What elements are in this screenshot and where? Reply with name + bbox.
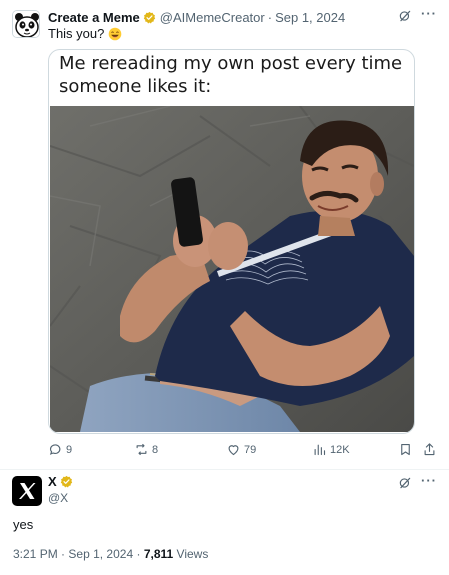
verified-icon (143, 11, 155, 23)
panda-avatar-icon (13, 11, 39, 37)
main-author-avatar[interactable] (12, 476, 42, 506)
meta-separator: · (267, 9, 273, 25)
quoted-post-date[interactable]: Sep 1, 2024 (275, 10, 345, 25)
post-time[interactable]: 3:21 PM (13, 547, 58, 561)
share-button[interactable] (422, 442, 440, 457)
views-count: 12K (330, 443, 350, 456)
meta-separator: · (61, 547, 66, 561)
grok-icon[interactable] (398, 476, 412, 490)
main-post-footer: 3:21 PM · Sep 1, 2024 · 7,811 Views (13, 547, 208, 561)
views-button[interactable]: 12K (312, 442, 350, 457)
meme-caption: Me rereading my own post every time some… (59, 53, 403, 97)
like-count: 79 (244, 443, 257, 456)
views-total: 7,811 (143, 547, 174, 561)
main-post-text: yes (13, 517, 34, 532)
post-divider (0, 469, 449, 470)
more-icon[interactable]: ··· (421, 473, 437, 488)
quoted-post-actions: 9 8 79 12K (48, 442, 438, 460)
verified-icon (60, 475, 72, 488)
main-author-handle[interactable]: @X (48, 491, 68, 505)
meme-photo (50, 106, 414, 432)
repost-count: 8 (152, 443, 159, 456)
share-icon (424, 443, 435, 456)
like-button[interactable]: 79 (226, 442, 256, 457)
quoted-post-text-row: This you? (48, 26, 122, 41)
views-label: Views (176, 547, 209, 561)
bookmark-button[interactable] (398, 442, 416, 457)
quoted-author-handle[interactable]: @AIMemeCreator (160, 10, 265, 25)
laughing-emoji-icon (109, 27, 122, 40)
main-author-name[interactable]: X (48, 474, 57, 489)
reply-icon (49, 444, 61, 455)
views-icon (314, 444, 326, 456)
main-author-name-row: X (48, 474, 77, 489)
like-icon (228, 445, 239, 456)
quoted-author-avatar[interactable] (12, 10, 40, 38)
quoted-post-text: This you? (48, 26, 105, 41)
more-icon[interactable]: ··· (421, 6, 439, 24)
repost-button[interactable]: 8 (134, 442, 158, 457)
quoted-author-name[interactable]: Create a Meme (48, 10, 140, 25)
quoted-post-header: Create a Meme @AIMemeCreator · Sep 1, 20… (48, 8, 345, 26)
reply-button[interactable]: 9 (48, 442, 72, 457)
reply-count: 9 (66, 443, 73, 456)
meta-separator: · (136, 547, 141, 561)
meme-media[interactable]: Me rereading my own post every time some… (48, 49, 415, 434)
x-logo-icon (19, 483, 36, 499)
grok-icon[interactable] (398, 9, 412, 23)
repost-icon (136, 443, 147, 456)
post-date[interactable]: Sep 1, 2024 (68, 547, 133, 561)
bookmark-icon (401, 443, 410, 456)
